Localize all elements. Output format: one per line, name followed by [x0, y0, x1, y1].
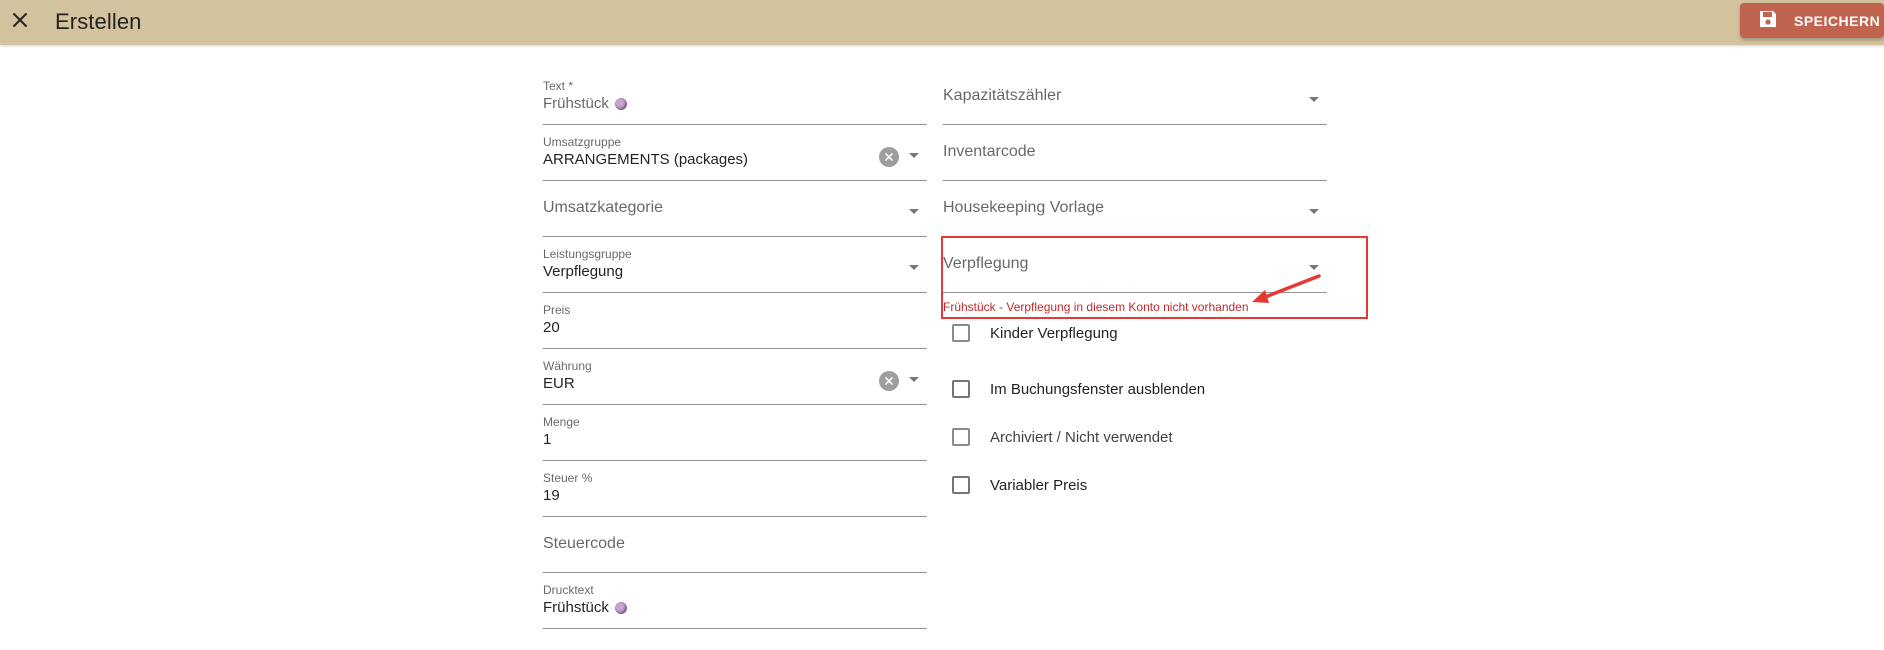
housekeeping-vorlage-select[interactable]: Housekeeping Vorlage — [943, 181, 1327, 237]
leistungsgruppe-label: Leistungsgruppe — [543, 247, 632, 261]
text-field[interactable]: Text * Frühstück — [543, 69, 927, 125]
dropdown-arrow-icon[interactable] — [1309, 209, 1319, 214]
menge-input[interactable]: Menge 1 — [543, 405, 927, 461]
annotation-arrow-icon — [1252, 274, 1321, 303]
steuer-input[interactable]: Steuer % 19 — [543, 461, 927, 517]
kapazitaetszaehler-select[interactable]: Kapazitätszähler — [943, 69, 1327, 125]
dropdown-arrow-icon[interactable] — [909, 265, 919, 270]
steuer-value: 19 — [543, 487, 560, 504]
steuercode-label: Steuercode — [543, 535, 625, 552]
umsatzkategorie-select[interactable]: Umsatzkategorie — [543, 181, 927, 237]
clear-icon[interactable] — [879, 147, 899, 167]
checkbox-label: Im Buchungsfenster ausblenden — [990, 380, 1206, 398]
clear-icon[interactable] — [879, 371, 899, 391]
drucktext-value-text: Frühstück — [543, 599, 609, 616]
preis-value: 20 — [543, 319, 560, 336]
leistungsgruppe-value: Verpflegung — [543, 263, 624, 280]
checkbox-label: Variabler Preis — [990, 476, 1088, 494]
page-title: Erstellen — [55, 9, 142, 34]
checkbox-label: Archiviert / Nicht verwendet — [990, 428, 1173, 446]
steuer-label: Steuer % — [543, 471, 593, 485]
checkbox-archiviert[interactable]: Archiviert / Nicht verwendet — [952, 426, 1173, 448]
translation-globe-icon[interactable] — [614, 97, 627, 110]
leistungsgruppe-select[interactable]: Leistungsgruppe Verpflegung — [543, 237, 927, 293]
dropdown-arrow-icon[interactable] — [909, 153, 919, 158]
drucktext-input[interactable]: Drucktext Frühstück — [543, 573, 927, 629]
umsatzgruppe-label: Umsatzgruppe — [543, 135, 622, 149]
waehrung-value: EUR — [543, 375, 575, 392]
umsatzgruppe-select[interactable]: Umsatzgruppe ARRANGEMENTS (packages) — [543, 125, 927, 181]
checkbox-im-buchungsfenster-ausblenden[interactable]: Im Buchungsfenster ausblenden — [952, 378, 1205, 400]
menge-label: Menge — [543, 415, 580, 429]
checkbox-box[interactable] — [952, 324, 970, 342]
waehrung-label: Währung — [543, 359, 592, 373]
checkbox-box[interactable] — [952, 476, 970, 494]
close-icon — [11, 11, 29, 34]
save-button-label: SPEICHERN — [1794, 12, 1881, 29]
checkbox-variabler-preis[interactable]: Variabler Preis — [952, 474, 1087, 496]
text-field-label: Text * — [543, 79, 574, 93]
kapazitaetszaehler-label: Kapazitätszähler — [943, 87, 1062, 104]
checkbox-box[interactable] — [952, 428, 970, 446]
checkbox-kinder-verpflegung[interactable]: Kinder Verpflegung — [952, 322, 1118, 344]
translation-globe-icon[interactable] — [614, 601, 627, 614]
checkbox-box[interactable] — [952, 380, 970, 398]
text-field-value: Frühstück — [543, 95, 627, 112]
preis-input[interactable]: Preis 20 — [543, 293, 927, 349]
umsatzkategorie-label: Umsatzkategorie — [543, 199, 664, 216]
dropdown-arrow-icon[interactable] — [909, 209, 919, 214]
preis-label: Preis — [543, 303, 571, 317]
steuercode-input[interactable]: Steuercode — [543, 517, 927, 573]
dropdown-arrow-icon[interactable] — [909, 377, 919, 382]
dropdown-arrow-icon[interactable] — [1309, 97, 1319, 102]
close-button[interactable] — [4, 6, 36, 38]
checkbox-label: Kinder Verpflegung — [990, 324, 1118, 342]
drucktext-value: Frühstück — [543, 599, 627, 616]
top-bar: Erstellen SPEICHERN — [0, 0, 1884, 45]
save-button[interactable]: SPEICHERN — [1740, 3, 1884, 38]
save-icon — [1758, 9, 1794, 32]
umsatzgruppe-value: ARRANGEMENTS (packages) — [543, 151, 749, 168]
inventarcode-input[interactable]: Inventarcode — [943, 125, 1327, 181]
inventarcode-label: Inventarcode — [943, 143, 1036, 160]
drucktext-label: Drucktext — [543, 583, 594, 597]
waehrung-select[interactable]: Währung EUR — [543, 349, 927, 405]
menge-value: 1 — [543, 431, 552, 448]
text-field-value-text: Frühstück — [543, 95, 609, 112]
housekeeping-vorlage-label: Housekeeping Vorlage — [943, 199, 1105, 216]
